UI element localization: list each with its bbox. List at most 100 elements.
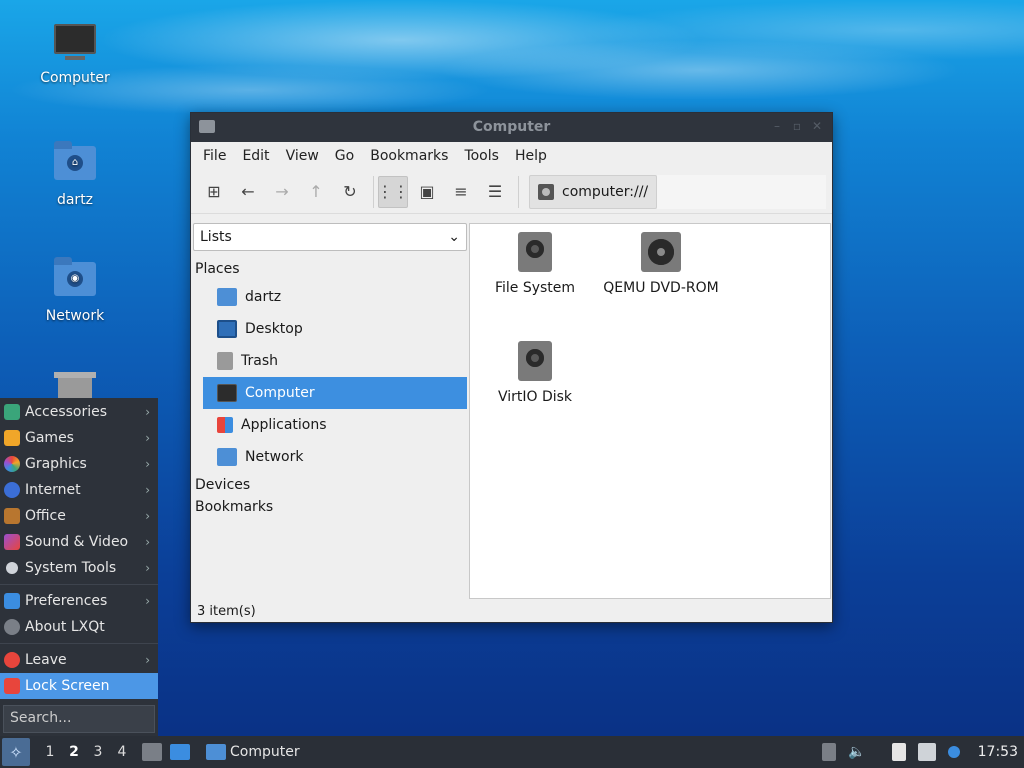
multimedia-icon: [4, 534, 20, 550]
place-desktop[interactable]: Desktop: [203, 313, 467, 345]
place-label: dartz: [245, 289, 282, 305]
place-label: Trash: [241, 353, 278, 369]
menu-bookmarks[interactable]: Bookmarks: [362, 148, 456, 164]
status-bar: 3 item(s): [197, 604, 256, 619]
back-icon[interactable]: ←: [233, 176, 263, 208]
workspace-2[interactable]: 2: [62, 744, 86, 760]
menu-view[interactable]: View: [278, 148, 327, 164]
chevron-right-icon: ›: [145, 653, 150, 667]
forward-icon[interactable]: →: [267, 176, 297, 208]
item-file-system[interactable]: File System: [470, 232, 600, 296]
trash-icon: [217, 352, 233, 370]
place-label: Network: [245, 449, 304, 465]
place-trash[interactable]: Trash: [203, 345, 467, 377]
clock[interactable]: 17:53: [978, 744, 1018, 760]
path-bar-empty[interactable]: [657, 174, 826, 209]
item-virtio-disk[interactable]: VirtIO Disk: [470, 341, 600, 405]
menu-office[interactable]: Office ›: [0, 503, 158, 529]
menu-system-tools[interactable]: System Tools ›: [0, 555, 158, 581]
desktop-icon-label: Network: [45, 308, 105, 324]
toolbar-separator: [373, 175, 374, 208]
menu-graphics[interactable]: Graphics ›: [0, 451, 158, 477]
games-icon: [4, 430, 20, 446]
menu-label: About LXQt: [25, 619, 105, 635]
place-network[interactable]: Network: [203, 441, 467, 473]
chevron-right-icon: ›: [145, 594, 150, 608]
menu-sound-video[interactable]: Sound & Video ›: [0, 529, 158, 555]
menu-file[interactable]: File: [195, 148, 234, 164]
home-folder-icon: [217, 288, 237, 306]
close-button[interactable]: ✕: [810, 119, 824, 133]
menu-games[interactable]: Games ›: [0, 425, 158, 451]
update-notifier-icon[interactable]: [947, 746, 960, 758]
place-label: Computer: [245, 385, 315, 401]
menu-label: Games: [25, 430, 74, 446]
workspace-4[interactable]: 4: [110, 744, 134, 760]
up-icon[interactable]: ↑: [301, 176, 331, 208]
titlebar[interactable]: Computer – ▫ ✕: [191, 113, 832, 142]
toolbar-separator: [518, 175, 519, 208]
tray-arrow-icon[interactable]: [822, 743, 837, 761]
menu-lock-screen[interactable]: Lock Screen: [0, 673, 158, 699]
menu-accessories[interactable]: Accessories ›: [0, 399, 158, 425]
path-button[interactable]: computer:///: [529, 174, 658, 209]
menu-label: Internet: [25, 482, 81, 498]
menu-internet[interactable]: Internet ›: [0, 477, 158, 503]
maximize-button[interactable]: ▫: [790, 119, 804, 133]
menu-label: Leave: [25, 652, 67, 668]
menu-help[interactable]: Help: [507, 148, 555, 164]
place-dartz[interactable]: dartz: [203, 281, 467, 313]
desktop-icon-dartz[interactable]: ⌂ dartz: [25, 141, 125, 208]
menu-tools[interactable]: Tools: [456, 148, 507, 164]
side-pane-mode-select[interactable]: Lists ⌄: [193, 223, 467, 251]
place-label: Applications: [241, 417, 327, 433]
volume-icon[interactable]: 🔈: [848, 744, 865, 760]
task-computer[interactable]: Computer: [200, 737, 306, 767]
menu-leave[interactable]: Leave ›: [0, 647, 158, 673]
item-qemu-dvd-rom[interactable]: QEMU DVD-ROM: [596, 232, 726, 296]
menu-about-lxqt[interactable]: About LXQt: [0, 614, 158, 640]
network-folder-icon: [217, 448, 237, 466]
menu-edit[interactable]: Edit: [234, 148, 277, 164]
place-applications[interactable]: Applications: [203, 409, 467, 441]
application-menu: Accessories › Games › Graphics › Interne…: [0, 398, 158, 736]
place-computer[interactable]: Computer: [203, 377, 467, 409]
minimize-button[interactable]: –: [770, 119, 784, 133]
icon-view-icon[interactable]: ⋮⋮: [377, 175, 409, 208]
workspace-1[interactable]: 1: [38, 744, 62, 760]
folder-icon: [206, 744, 226, 760]
preferences-icon: [4, 593, 20, 609]
thumbnail-view-icon[interactable]: ▣: [412, 176, 442, 208]
devices-header[interactable]: Devices: [193, 473, 467, 497]
places-header[interactable]: Places: [193, 257, 467, 281]
hard-drive-icon: [518, 341, 552, 381]
reload-icon[interactable]: ↻: [335, 176, 365, 208]
clipboard-icon[interactable]: [891, 743, 906, 761]
menu-separator: [0, 643, 158, 644]
network-status-icon[interactable]: [917, 743, 936, 761]
network-folder-icon: ◉: [53, 257, 97, 302]
compact-view-icon[interactable]: ≡: [446, 176, 476, 208]
bookmarks-header[interactable]: Bookmarks: [193, 497, 467, 519]
detailed-list-icon[interactable]: ☰: [480, 176, 510, 208]
lock-icon: [4, 678, 20, 694]
folder-view[interactable]: File System QEMU DVD-ROM VirtIO Disk: [469, 223, 831, 599]
desktop-icon-label: dartz: [56, 192, 94, 208]
new-tab-icon[interactable]: ⊞: [199, 176, 229, 208]
desktop-icon-computer[interactable]: Computer: [25, 24, 125, 86]
file-manager-launcher-icon[interactable]: [142, 743, 162, 761]
main-menu-button[interactable]: ✧: [2, 738, 30, 766]
chevron-right-icon: ›: [145, 483, 150, 497]
item-label: File System: [494, 280, 576, 296]
hard-drive-icon: [518, 232, 552, 272]
drive-icon: [538, 183, 554, 200]
show-desktop-icon[interactable]: [170, 744, 190, 760]
menu-preferences[interactable]: Preferences ›: [0, 588, 158, 614]
side-pane: Lists ⌄ Places dartz Desktop Trash Compu…: [193, 223, 467, 599]
power-icon: [4, 652, 20, 668]
menu-go[interactable]: Go: [327, 148, 362, 164]
chevron-right-icon: ›: [145, 509, 150, 523]
workspace-3[interactable]: 3: [86, 744, 110, 760]
desktop-icon-network[interactable]: ◉ Network: [25, 257, 125, 324]
menu-search-input[interactable]: Search...: [3, 705, 155, 733]
